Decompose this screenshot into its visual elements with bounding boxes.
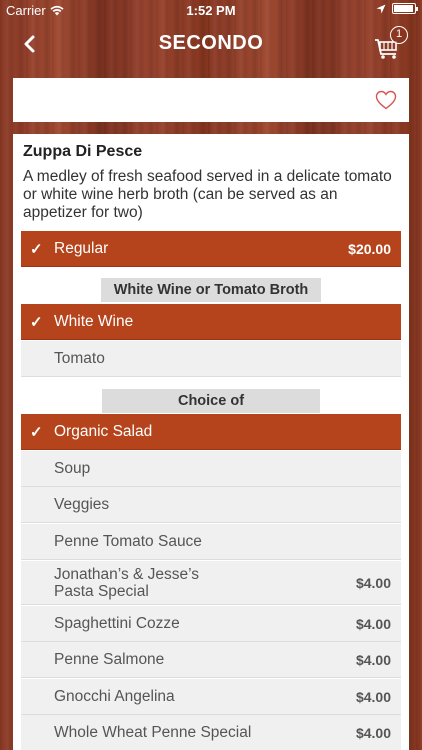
option-label: Spaghettini Cozze (54, 615, 180, 632)
option-price: $20.00 (348, 240, 391, 257)
choice-option-penne-salmone[interactable]: Penne Salmone $4.00 (21, 642, 401, 678)
option-label: Regular (54, 240, 109, 257)
option-price: $4.00 (355, 574, 391, 591)
location-arrow-icon (376, 4, 386, 13)
choice-option-pasta-special[interactable]: Jonathan’s & Jesse’s Pasta Special $4.00 (21, 561, 401, 605)
choice-option-organic-salad[interactable]: ✓ Organic Salad (21, 414, 401, 450)
battery-icon (392, 3, 418, 14)
section-header-choice: Choice of (102, 389, 320, 413)
option-label: Gnocchi Angelina (54, 688, 175, 705)
broth-option-white-wine[interactable]: ✓ White Wine (21, 304, 401, 340)
section-header-broth: White Wine or Tomato Broth (101, 278, 321, 302)
item-card: Zuppa Di Pesce A medley of fresh seafood… (13, 134, 409, 750)
favorite-bar (13, 78, 409, 122)
choice-option-soup[interactable]: Soup (21, 451, 401, 487)
check-icon: ✓ (30, 423, 43, 441)
cart-button[interactable]: 1 (372, 26, 408, 62)
heart-icon (375, 90, 397, 110)
option-label: Jonathan’s & Jesse’s Pasta Special (54, 565, 200, 600)
option-label: Penne Salmone (54, 651, 165, 668)
cart-count-badge: 1 (390, 26, 408, 44)
check-icon: ✓ (30, 240, 43, 258)
option-price: $4.00 (355, 688, 391, 705)
choice-option-penne-tomato-sauce[interactable]: Penne Tomato Sauce (21, 524, 401, 560)
option-label: Veggies (54, 496, 110, 513)
choice-option-spaghettini-cozze[interactable]: Spaghettini Cozze $4.00 (21, 606, 401, 642)
favorite-button[interactable] (375, 90, 397, 110)
page-title: SECONDO (158, 32, 264, 54)
broth-option-tomato[interactable]: Tomato (21, 341, 401, 377)
item-description: A medley of fresh seafood served in a de… (23, 168, 392, 221)
size-option-regular[interactable]: ✓ Regular $20.00 (21, 231, 401, 267)
option-label: Soup (54, 460, 91, 477)
choice-option-gnocchi-angelina[interactable]: Gnocchi Angelina $4.00 (21, 679, 401, 715)
option-price: $4.00 (355, 651, 391, 668)
item-name: Zuppa Di Pesce (23, 143, 143, 160)
status-bar: Carrier 1:52 PM (0, 0, 422, 22)
status-right (376, 3, 418, 14)
option-label: Whole Wheat Penne Special (54, 724, 252, 741)
status-time: 1:52 PM (186, 3, 236, 18)
option-price: $4.00 (355, 615, 391, 632)
option-label: Tomato (54, 350, 105, 367)
option-price: $4.00 (355, 724, 391, 741)
choice-option-whole-wheat-penne[interactable]: Whole Wheat Penne Special $4.00 (21, 715, 401, 750)
check-icon: ✓ (30, 313, 43, 331)
nav-bar: SECONDO 1 (0, 22, 422, 66)
option-label: White Wine (54, 313, 134, 330)
choice-option-veggies[interactable]: Veggies (21, 487, 401, 523)
option-label: Penne Tomato Sauce (54, 533, 202, 550)
option-label: Organic Salad (54, 423, 153, 440)
